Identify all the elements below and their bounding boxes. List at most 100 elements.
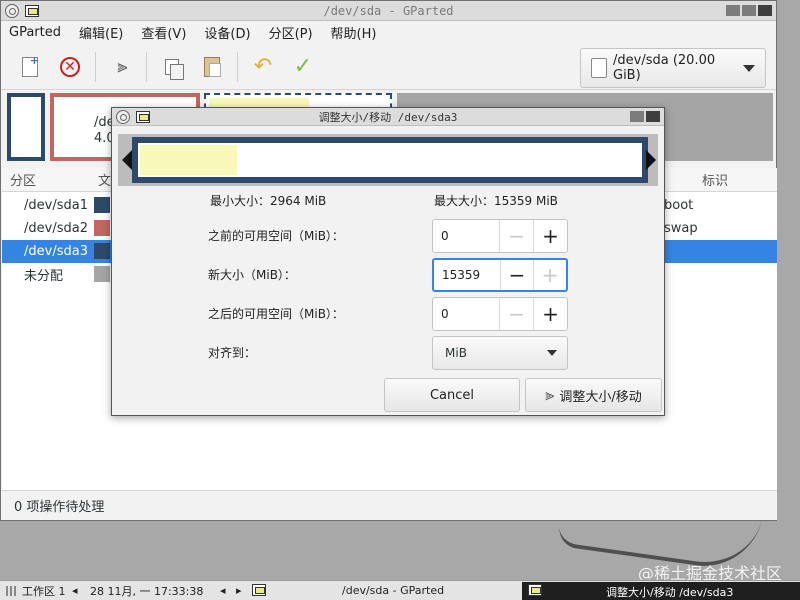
new-partition-button[interactable] (15, 52, 45, 82)
dialog-title: 调整大小/移动 /dev/sda3 (318, 110, 458, 124)
undo-button[interactable]: ↶ (248, 52, 278, 82)
menu-help[interactable]: 帮助(H) (331, 23, 377, 42)
resize-move-confirm-label: 调整大小/移动 (559, 389, 642, 405)
align-value: MiB (445, 346, 467, 360)
fs-color-swatch (94, 197, 110, 213)
new-size-label: 新大小（MiB）： (208, 268, 296, 282)
gparted-app-icon (252, 584, 266, 596)
max-size-label: 最大大小：15359 MiB (434, 194, 558, 208)
paste-button[interactable] (197, 52, 227, 82)
fs-color-swatch (94, 266, 110, 282)
disk-icon (591, 58, 607, 78)
free-after-decrement-button[interactable]: − (499, 298, 533, 330)
menu-device[interactable]: 设备(D) (204, 23, 250, 42)
delete-icon: ✕ (60, 56, 80, 77)
partition-name: 未分配 (24, 269, 64, 284)
resize-move-icon: ⫸ (545, 385, 554, 404)
resize-move-confirm-button[interactable]: ⫸ 调整大小/移动 (525, 378, 662, 412)
new-size-spinner: − + (432, 258, 568, 292)
menu-partition[interactable]: 分区(P) (269, 23, 313, 42)
column-filesystem[interactable]: 文 (98, 170, 111, 189)
fs-color-swatch (94, 243, 110, 259)
main-titlebar[interactable]: /dev/sda - GParted (1, 1, 776, 21)
column-partition[interactable]: 分区 (10, 170, 36, 189)
resize-right-handle-icon[interactable] (646, 150, 656, 170)
partition-name: /dev/sda2 (24, 221, 88, 236)
window-controls (726, 5, 772, 16)
free-before-input[interactable] (433, 220, 499, 252)
taskbar-task-dialog-active[interactable]: 调整大小/移动 /dev/sda3 (522, 582, 800, 600)
partition-name: /dev/sda3 (24, 244, 88, 259)
new-size-increment-button[interactable]: + (533, 260, 566, 290)
toolbar: ✕ ⫸ ↶ ✓ /dev/sda (20.00 GiB) (1, 44, 776, 90)
pending-operations-status: 0 项操作待处理 (14, 500, 105, 515)
free-after-increment-button[interactable]: + (533, 298, 567, 330)
new-size-input[interactable] (434, 260, 500, 290)
new-size-decrement-button[interactable]: − (500, 260, 533, 290)
close-button[interactable] (758, 5, 772, 16)
apply-button[interactable]: ✓ (288, 52, 318, 82)
apply-icon: ✓ (293, 54, 313, 79)
device-label: /dev/sda (20.00 GiB) (613, 53, 716, 83)
partition-resize-visualizer[interactable] (118, 134, 658, 186)
free-after-spinner: − + (432, 297, 568, 331)
toolbar-separator (146, 51, 147, 82)
free-before-decrement-button[interactable]: − (499, 220, 533, 252)
used-space-fill (140, 145, 237, 175)
cancel-button[interactable]: Cancel (384, 378, 520, 412)
chevron-down-icon (547, 350, 557, 356)
partition-bar[interactable] (132, 137, 648, 183)
resize-move-dialog: 调整大小/移动 /dev/sda3 最小大小：2964 MiB 最大大小：153… (111, 107, 665, 416)
delete-partition-button[interactable]: ✕ (55, 52, 85, 82)
undo-icon: ↶ (253, 54, 273, 79)
main-window-title: /dev/sda - GParted (323, 3, 454, 18)
taskbar-task-main[interactable]: /dev/sda - GParted (342, 584, 444, 597)
menu-view[interactable]: 查看(V) (141, 23, 186, 42)
partition-name: /dev/sda1 (24, 198, 88, 213)
dialog-window-controls (630, 111, 660, 122)
free-before-increment-button[interactable]: + (533, 220, 567, 252)
workspace-label[interactable]: 工作区 1 (22, 583, 66, 599)
gparted-app-icon (528, 584, 542, 596)
chevron-down-icon (743, 64, 755, 72)
clock: 28 11月, 一 17:33:38 (90, 584, 204, 598)
task-next-arrow-icon[interactable]: ▸ (236, 584, 242, 597)
task-prev-arrow-icon[interactable]: ◂ (220, 584, 226, 597)
align-select[interactable]: MiB (432, 336, 568, 370)
toolbar-separator (237, 51, 238, 82)
copy-icon (165, 58, 184, 80)
toolbar-separator (95, 51, 96, 82)
column-flags[interactable]: 标识 (702, 170, 728, 189)
align-label: 对齐到： (208, 346, 257, 360)
minimize-button[interactable] (726, 5, 740, 16)
dialog-maximize-button[interactable] (630, 111, 644, 122)
copy-button[interactable] (157, 52, 187, 82)
resize-left-handle-icon[interactable] (122, 150, 132, 170)
dialog-titlebar[interactable]: 调整大小/移动 /dev/sda3 (112, 108, 664, 126)
partition-flag: swap (664, 221, 698, 236)
free-before-label: 之前的可用空间（MiB）： (208, 229, 344, 243)
workspace-prev-arrow-icon[interactable]: ◂ (72, 584, 78, 597)
paste-icon (204, 56, 221, 77)
free-after-input[interactable] (433, 298, 499, 330)
diskmap-sda1[interactable] (7, 93, 45, 161)
new-icon (22, 54, 39, 77)
min-size-label: 最小大小：2964 MiB (210, 194, 327, 208)
cancel-button-label: Cancel (429, 387, 475, 403)
free-before-spinner: − + (432, 219, 568, 253)
taskbar: 工作区 1 ◂ 28 11月, 一 17:33:38 ◂ ▸ /dev/sda … (0, 580, 800, 600)
menu-gparted[interactable]: GParted (9, 25, 61, 40)
taskbar-task-dialog-label: 调整大小/移动 /dev/sda3 (606, 586, 734, 599)
dialog-close-button[interactable] (646, 111, 660, 122)
menubar: GParted 编辑(E) 查看(V) 设备(D) 分区(P) 帮助(H) (1, 21, 776, 44)
maximize-button[interactable] (742, 5, 756, 16)
free-after-label: 之后的可用空间（MiB）： (208, 307, 344, 321)
resize-move-icon: ⫸ (117, 56, 127, 77)
fs-color-swatch (94, 220, 110, 236)
partition-flag: boot (664, 198, 694, 213)
status-bar: 0 项操作待处理 (2, 490, 777, 520)
menu-edit[interactable]: 编辑(E) (79, 23, 123, 42)
device-selector[interactable]: /dev/sda (20.00 GiB) (580, 48, 766, 88)
resize-move-button[interactable]: ⫸ (106, 52, 136, 82)
workspace-pager-icon[interactable] (6, 586, 16, 596)
